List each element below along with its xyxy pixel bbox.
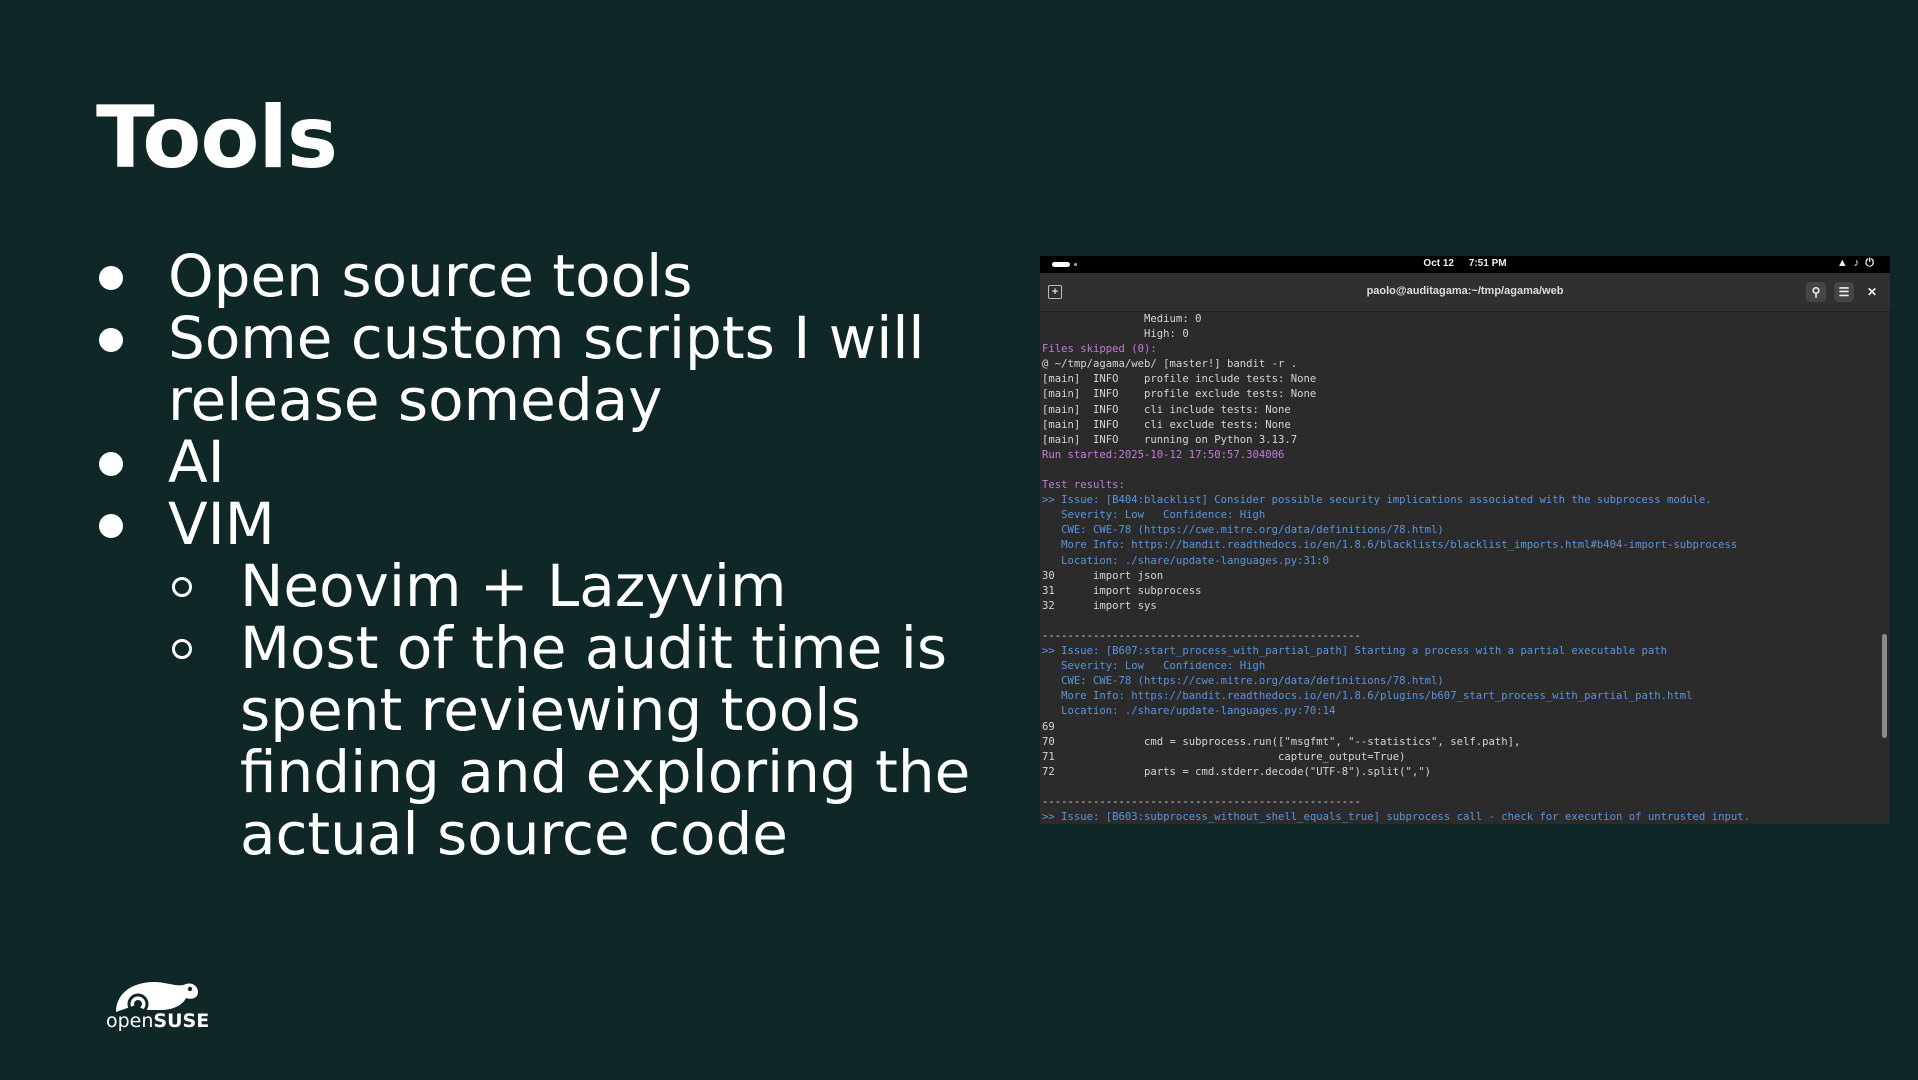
bullet-item: AI [96, 431, 976, 493]
terminal-output[interactable]: Medium: 0 High: 0 Files skipped (0): @ ~/t… [1042, 312, 1880, 824]
sub-bullet-text: Most of the audit time is spent reviewin… [240, 614, 971, 868]
terminal-line: Severity: Low Confidence: High [1042, 660, 1266, 673]
terminal-line: Location: ./share/update-languages.py:70… [1042, 705, 1336, 718]
menu-icon[interactable]: ☰ [1834, 282, 1854, 302]
bullet-dot-icon [99, 514, 123, 538]
sub-bullet-text: Neovim + Lazyvim [240, 552, 787, 620]
terminal-line: 72 parts = cmd.stderr.decode("UTF-8").sp… [1042, 765, 1432, 778]
terminal-header-bar: + paolo@auditagama:~/tmp/agama/web ⚲ ☰ ✕ [1040, 273, 1890, 312]
terminal-line: [main] INFO cli include tests: None [1042, 403, 1291, 416]
terminal-line: Files skipped (0): [1042, 343, 1157, 356]
window-title: paolo@auditagama:~/tmp/agama/web [1366, 285, 1564, 297]
terminal-line: >> Issue: [B603:subprocess_without_shell… [1042, 811, 1750, 824]
bullet-item: VIM [96, 493, 976, 555]
terminal-line: >> Issue: [B404:blacklist] Consider poss… [1042, 494, 1712, 507]
close-icon[interactable]: ✕ [1862, 282, 1882, 302]
bullet-text: Open source tools [168, 242, 693, 310]
terminal-line: High: 0 [1042, 328, 1189, 341]
volume-icon: ♪ [1853, 257, 1866, 269]
terminal-line: 30 import json [1042, 569, 1164, 582]
bullet-dot-icon [99, 266, 123, 290]
terminal-line: Severity: Low Confidence: High [1042, 509, 1266, 522]
terminal-line: ----------------------------------------… [1042, 629, 1361, 642]
terminal-line: 32 import sys [1042, 599, 1157, 612]
terminal-line: >> Issue: [B607:start_process_with_parti… [1042, 645, 1668, 658]
network-icon: ▲ [1836, 257, 1854, 269]
bullet-text: AI [168, 428, 225, 496]
terminal-line: Medium: 0 [1042, 313, 1202, 325]
bullet-text: Some custom scripts I will release somed… [168, 304, 925, 434]
terminal-line: ----------------------------------------… [1042, 796, 1361, 808]
terminal-line: Location: ./share/update-languages.py:31… [1042, 554, 1330, 567]
terminal-line: 31 import subprocess [1042, 584, 1202, 597]
terminal-line: Run started:2025-10-12 17:50:57.304006 [1042, 448, 1285, 461]
bullet-dot-icon [99, 452, 123, 476]
scrollbar[interactable] [1882, 634, 1887, 738]
sub-bullet-item: Neovim + Lazyvim [96, 555, 976, 617]
bullet-dot-icon [99, 328, 123, 352]
terminal-line: @ ~/tmp/agama/web/ [master!] bandit -r . [1042, 358, 1298, 371]
terminal-line: CWE: CWE-78 (https://cwe.mitre.org/data/… [1042, 524, 1444, 537]
logo-text-suse: SUSE [153, 1010, 210, 1032]
terminal-line: 70 cmd = subprocess.run(["msgfmt", "--st… [1042, 735, 1521, 748]
bullet-text: VIM [168, 490, 275, 558]
search-icon[interactable]: ⚲ [1806, 282, 1826, 302]
terminal-line: More Info: https://bandit.readthedocs.io… [1042, 539, 1738, 552]
terminal-line: [main] INFO running on Python 3.13.7 [1042, 433, 1298, 446]
bullet-ring-icon [172, 639, 192, 659]
logo-text-open: open [106, 1010, 154, 1032]
terminal-screenshot: Oct 12 7:51 PM ▲♪⏻ + paolo@auditagama:~/… [1040, 256, 1890, 824]
bullet-ring-icon [172, 577, 192, 597]
desktop-top-bar: Oct 12 7:51 PM ▲♪⏻ [1040, 256, 1890, 273]
bullet-item: Open source tools [96, 245, 976, 307]
terminal-line: [main] INFO cli exclude tests: None [1042, 418, 1291, 431]
slide-title: Tools [96, 88, 338, 188]
terminal-line: CWE: CWE-78 (https://cwe.mitre.org/data/… [1042, 675, 1444, 688]
terminal-line: [main] INFO profile include tests: None [1042, 373, 1317, 386]
terminal-line: More Info: https://bandit.readthedocs.io… [1042, 690, 1693, 703]
bullet-list: Open source tools Some custom scripts I … [96, 245, 976, 865]
sub-bullet-item: Most of the audit time is spent reviewin… [96, 617, 976, 865]
clock[interactable]: Oct 12 7:51 PM [1040, 258, 1890, 269]
clock-date: Oct 12 [1423, 258, 1454, 269]
terminal-line: 71 capture_output=True) [1042, 750, 1406, 763]
power-icon: ⏻ [1865, 257, 1880, 269]
terminal-line: Test results: [1042, 479, 1125, 492]
bullet-item: Some custom scripts I will release somed… [96, 307, 976, 431]
terminal-line: 69 [1042, 720, 1055, 733]
terminal-line: [main] INFO profile exclude tests: None [1042, 388, 1317, 401]
clock-time: 7:51 PM [1468, 258, 1507, 269]
system-tray[interactable]: ▲♪⏻ [1837, 257, 1880, 270]
opensuse-logo-text: openSUSE [106, 1010, 209, 1032]
